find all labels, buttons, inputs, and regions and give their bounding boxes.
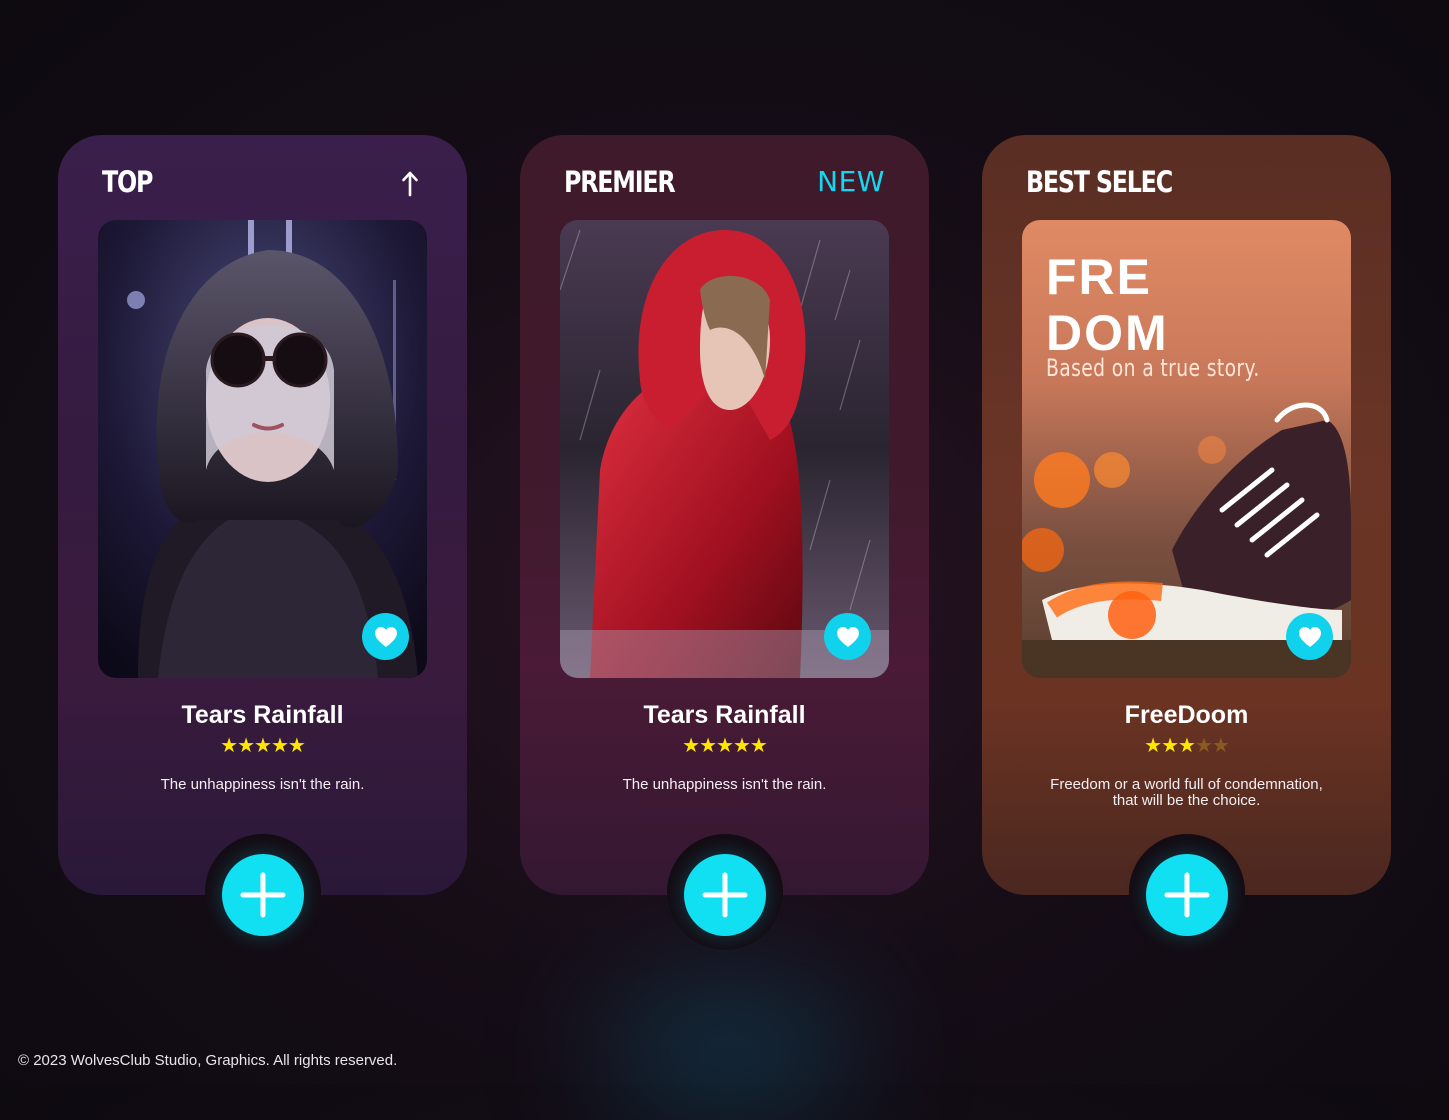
movie-card-top[interactable]: TOP Tears Rainfall ★★★★★ The unhappiness… bbox=[58, 135, 467, 950]
plus-icon bbox=[240, 872, 285, 918]
star-rating: ★★★★★ bbox=[982, 733, 1391, 757]
poster-image[interactable] bbox=[98, 220, 427, 678]
add-button[interactable] bbox=[1145, 854, 1228, 936]
card-category-label: TOP bbox=[102, 165, 153, 199]
poster-image[interactable]: FRE DOM Based on a true story. bbox=[1022, 220, 1351, 678]
movie-description: Freedom or a world full of condemnation,… bbox=[1050, 776, 1323, 809]
movie-title: Tears Rainfall bbox=[181, 701, 344, 729]
plus-icon bbox=[1164, 872, 1209, 918]
rating-stars-on: ★★★ bbox=[1144, 733, 1196, 757]
movie-description: The unhappiness isn't the rain. bbox=[622, 776, 827, 793]
rating-stars: ★★★★★ bbox=[682, 733, 768, 757]
heart-icon bbox=[374, 626, 397, 647]
movie-title: Tears Rainfall bbox=[643, 701, 806, 729]
movie-card-best-selection[interactable]: BEST SELEC FRE DOM Based on a true story… bbox=[982, 135, 1391, 950]
favorite-button[interactable] bbox=[824, 613, 871, 660]
favorite-button[interactable] bbox=[362, 613, 409, 660]
star-rating: ★★★★★ bbox=[58, 733, 467, 757]
movie-card-premier[interactable]: PREMIER NEW Tears Rainfall ★★★★★ The unh… bbox=[520, 135, 929, 950]
rating-stars: ★★★★★ bbox=[220, 733, 306, 757]
poster-image[interactable] bbox=[560, 220, 889, 678]
add-button[interactable] bbox=[221, 854, 304, 936]
poster-tagline: Based on a true story. bbox=[1046, 354, 1260, 382]
movie-title: FreeDoom bbox=[1124, 701, 1249, 729]
copyright-footer: © 2023 WolvesClub Studio, Graphics. All … bbox=[18, 1052, 398, 1069]
poster-title-line-1: FRE bbox=[1046, 249, 1152, 305]
ambient-glow bbox=[600, 980, 860, 1120]
favorite-button[interactable] bbox=[1286, 613, 1333, 660]
new-badge: NEW bbox=[817, 165, 885, 198]
rating-stars-off: ★★ bbox=[1194, 733, 1230, 757]
arrow-up-icon[interactable] bbox=[401, 171, 419, 197]
plus-icon bbox=[702, 872, 747, 918]
heart-icon bbox=[836, 626, 859, 647]
card-category-label: BEST SELEC bbox=[1026, 165, 1173, 199]
add-button[interactable] bbox=[683, 854, 766, 936]
heart-icon bbox=[1298, 626, 1321, 647]
star-rating: ★★★★★ bbox=[520, 733, 929, 757]
card-category-label: PREMIER bbox=[564, 165, 676, 199]
movie-description: The unhappiness isn't the rain. bbox=[160, 776, 365, 793]
